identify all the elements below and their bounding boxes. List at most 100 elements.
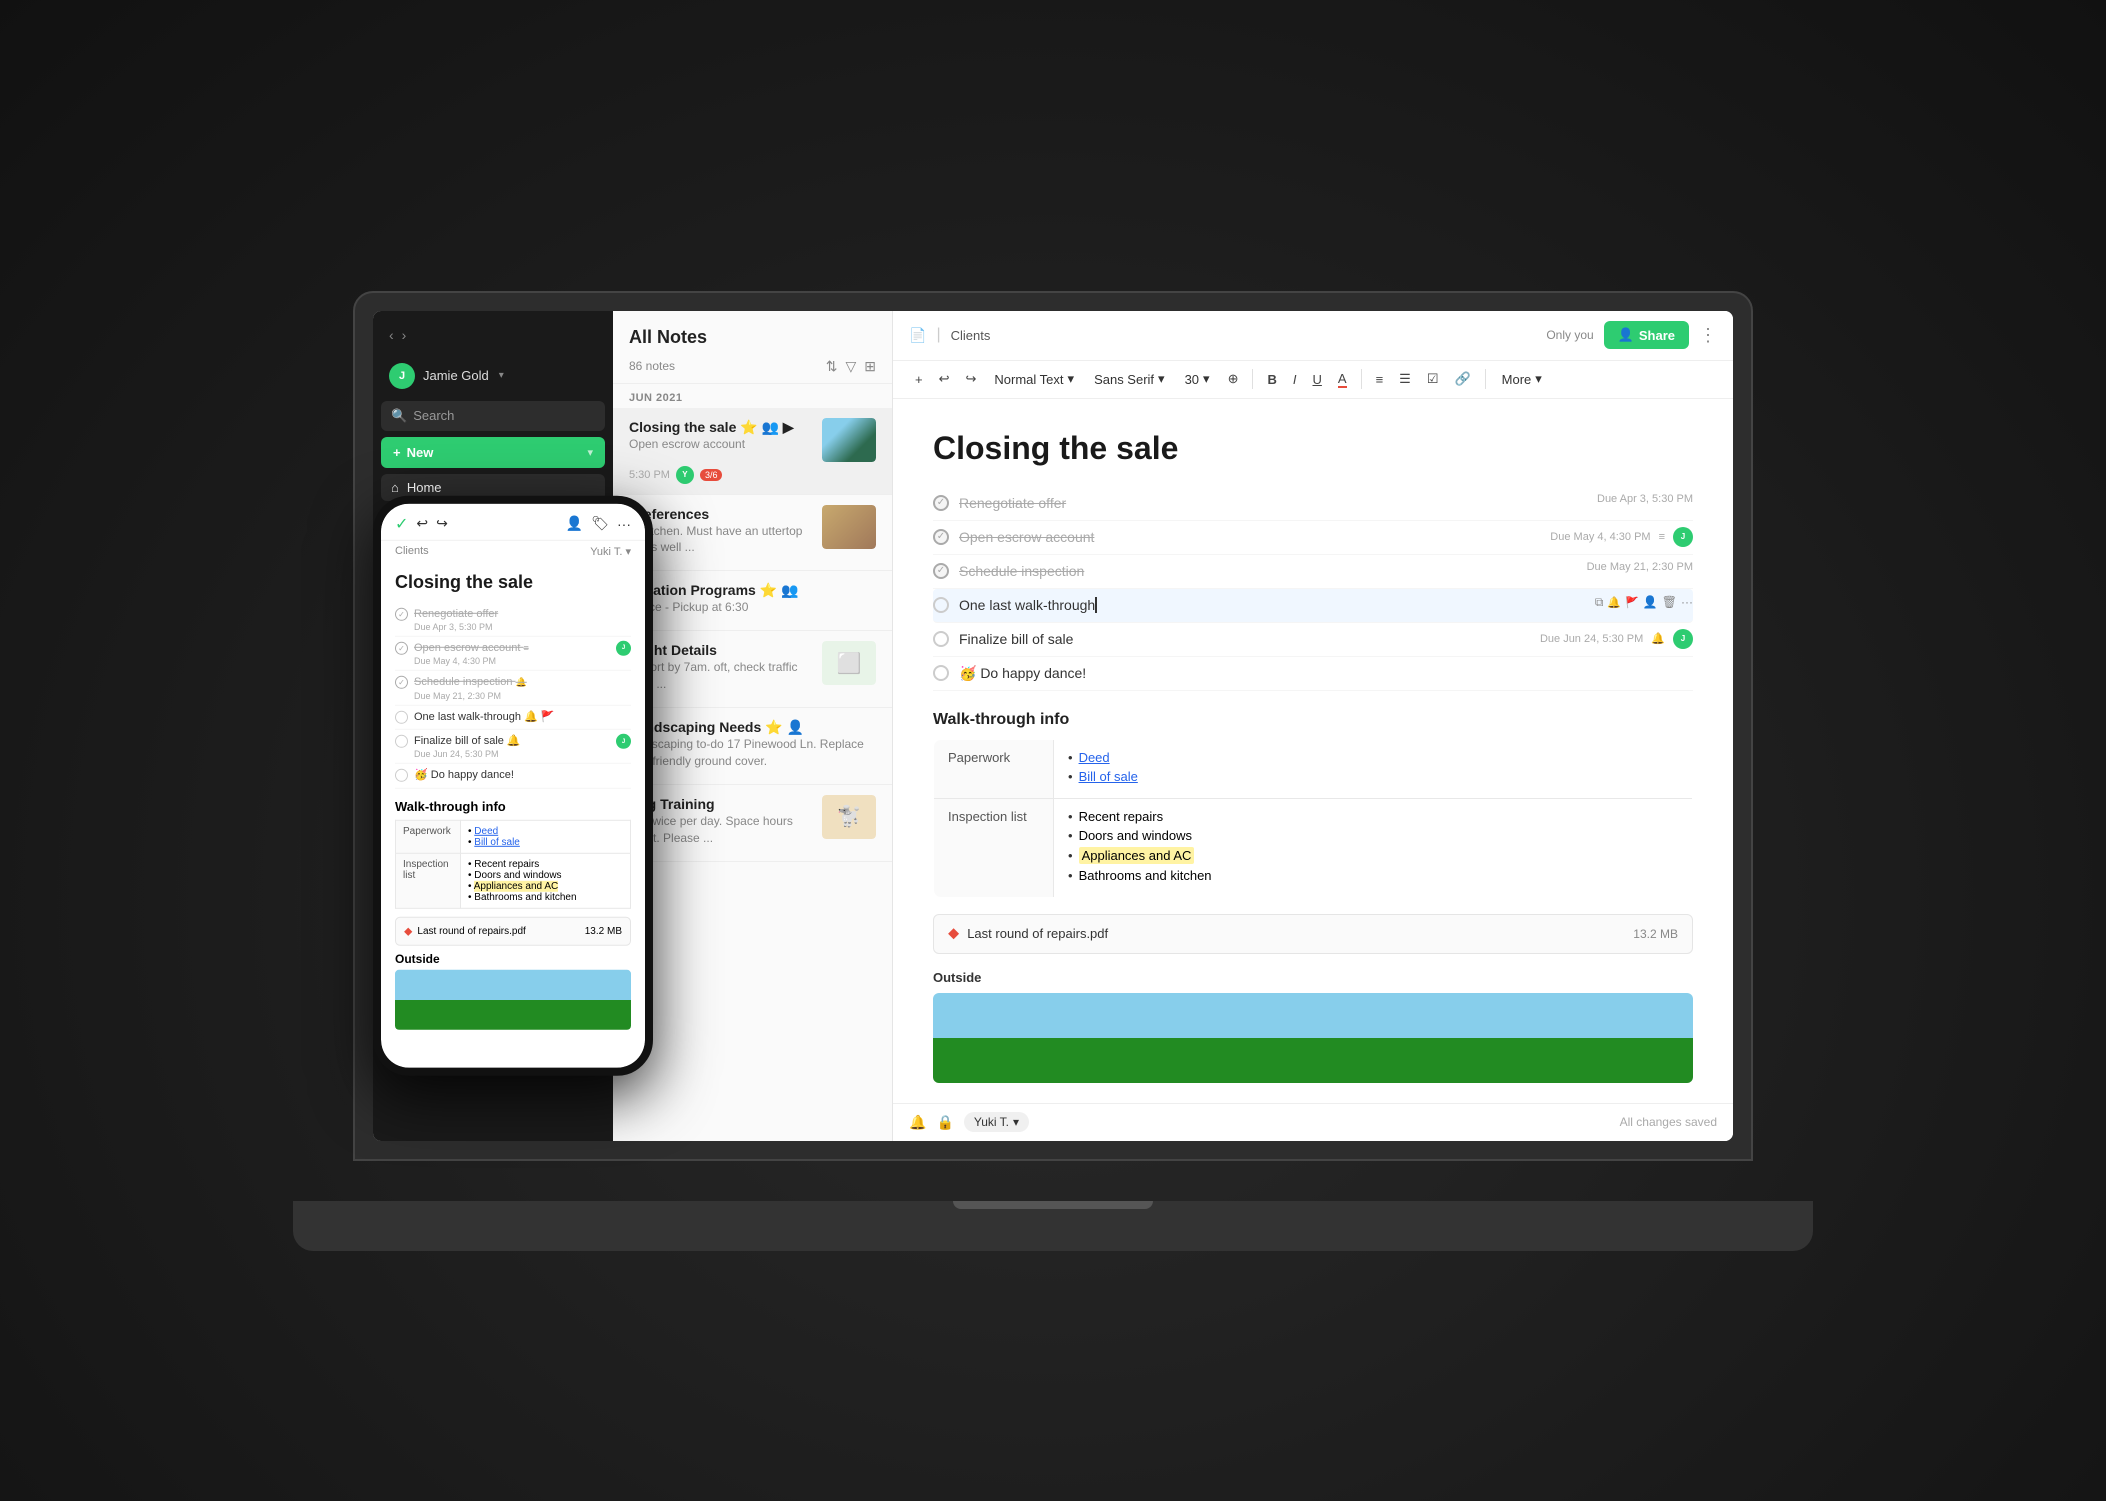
phone-walkthrough-table: Paperwork • Deed • Bill of sale Inspecti…	[395, 820, 631, 909]
phone-topbar: ✓ ↩ ↪ 👤 🏷 ···	[381, 503, 645, 540]
note-item-landscaping[interactable]: Landscaping Needs ⭐ 👤 landscaping to-do …	[613, 708, 892, 785]
phone-checkbox-2[interactable]	[395, 642, 408, 655]
more-menu-icon[interactable]: ⋮	[1699, 325, 1717, 346]
note-item-preferences[interactable]: Preferences al kitchen. Must have an utt…	[613, 495, 892, 572]
paperwork-label: Paperwork	[934, 739, 1054, 798]
phone-breadcrumb-left: Clients	[395, 545, 429, 557]
new-button[interactable]: + New ▾	[381, 437, 605, 468]
lock-bottombar-icon[interactable]: 🔒	[936, 1114, 953, 1131]
share-button[interactable]: 👤 Share	[1604, 321, 1689, 349]
deed-link[interactable]: Deed	[1079, 750, 1110, 765]
trash-icon[interactable]: 🗑	[1662, 595, 1677, 609]
phone-pdf-attachment[interactable]: ⬥ Last round of repairs.pdf 13.2 MB	[395, 917, 631, 946]
task-checkbox-6[interactable]	[933, 665, 949, 681]
bold-button[interactable]: B	[1261, 368, 1282, 391]
phone-checkbox-1[interactable]	[395, 607, 408, 620]
bullets-button[interactable]: ≡	[1370, 368, 1390, 391]
underline-button[interactable]: U	[1307, 368, 1328, 391]
share-icon: 👤	[1618, 327, 1634, 343]
phone-checkbox-4[interactable]	[395, 710, 408, 723]
font-dropdown[interactable]: Sans Serif ▾	[1086, 367, 1173, 391]
italic-button[interactable]: I	[1287, 368, 1303, 391]
more-dropdown[interactable]: More ▾	[1494, 367, 1550, 391]
size-dropdown[interactable]: 30 ▾	[1177, 367, 1218, 391]
text-style-dropdown[interactable]: Normal Text ▾	[986, 367, 1082, 391]
link-button[interactable]: 🔗	[1448, 367, 1476, 391]
notes-panel-title: All Notes	[629, 327, 876, 348]
checklist-button[interactable]: ☑	[1421, 367, 1445, 391]
phone-check-icon[interactable]: ✓	[395, 513, 408, 533]
bell-icon[interactable]: 🔔	[1607, 596, 1621, 609]
phone-undo-icon[interactable]: ↩	[416, 515, 428, 532]
note-item-vacation[interactable]: Vacation Programs ⭐ 👥 dance - Pickup at …	[613, 571, 892, 631]
task-text-1: Renegotiate offer	[959, 493, 1587, 514]
phone-task-5[interactable]: Finalize bill of sale 🔔 Due Jun 24, 5:30…	[395, 730, 631, 764]
due-date-2: Due May 4, 4:30 PM	[1550, 531, 1650, 543]
phone-walkthrough-title: Walk-through info	[395, 799, 631, 814]
plus-icon: +	[393, 445, 401, 460]
back-arrow[interactable]: ‹	[389, 327, 394, 343]
redo-button[interactable]: ↪	[960, 367, 983, 391]
phone-more-icon[interactable]: ···	[617, 515, 631, 531]
task-checkbox-3[interactable]	[933, 563, 949, 579]
editor-content[interactable]: Closing the sale Renegotiate offer Due A…	[893, 399, 1733, 1103]
phone-checkbox-5[interactable]	[395, 735, 408, 748]
person-icon[interactable]: 👤	[1643, 595, 1658, 609]
editor-panel: 📄 | Clients Only you 👤 Share ⋮	[893, 311, 1733, 1141]
phone-checkbox-6[interactable]	[395, 769, 408, 782]
add-element-btn[interactable]: ⊕	[1222, 367, 1245, 391]
user-profile[interactable]: J Jamie Gold ▾	[381, 357, 605, 395]
numbered-list-button[interactable]: ☰	[1393, 367, 1417, 391]
phone-checkbox-3[interactable]	[395, 676, 408, 689]
phone-task-2[interactable]: Open escrow account ≡ Due May 4, 4:30 PM…	[395, 637, 631, 671]
phone-bill-link[interactable]: Bill of sale	[474, 837, 520, 848]
more-label: More	[1502, 372, 1532, 387]
search-bar[interactable]: 🔍 Search	[381, 401, 605, 431]
task-renegotiate[interactable]: Renegotiate offer Due Apr 3, 5:30 PM	[933, 487, 1693, 521]
task-bill[interactable]: Finalize bill of sale Due Jun 24, 5:30 P…	[933, 623, 1693, 657]
phone-redo-icon[interactable]: ↪	[436, 515, 448, 532]
phone-deed-link[interactable]: Deed	[474, 826, 498, 837]
phone-tag-icon[interactable]: 🏷	[591, 515, 609, 532]
note-item-dog[interactable]: Dog Training out twice per day. Space ho…	[613, 785, 892, 862]
inspection-label: Inspection list	[934, 798, 1054, 897]
font-color-button[interactable]: A	[1332, 367, 1353, 392]
task-walkthrough[interactable]: One last walk-through ⧉ 🔔 🚩 👤 🗑 ···	[933, 589, 1693, 623]
more-task-icon[interactable]: ···	[1681, 595, 1693, 609]
copy-icon[interactable]: ⧉	[1595, 595, 1604, 610]
phone-task-3[interactable]: Schedule inspection 🔔 Due May 21, 2:30 P…	[395, 671, 631, 705]
due-date-1: Due Apr 3, 5:30 PM	[1597, 493, 1693, 505]
filter-icon[interactable]: ▽	[845, 358, 856, 375]
task-checkbox-1[interactable]	[933, 495, 949, 511]
task-checkbox-2[interactable]	[933, 529, 949, 545]
note-preview: Open escrow account	[629, 436, 794, 453]
task-inspection[interactable]: Schedule inspection Due May 21, 2:30 PM	[933, 555, 1693, 589]
phone-content[interactable]: Closing the sale Renegotiate offer Due A…	[381, 561, 645, 1067]
add-button[interactable]: +	[909, 368, 929, 391]
pdf-attachment[interactable]: ⬥ Last round of repairs.pdf 13.2 MB	[933, 914, 1693, 954]
phone-frame: ✓ ↩ ↪ 👤 🏷 ··· Clients Yuki T. ▾ Closing …	[373, 495, 653, 1075]
user-tag[interactable]: Yuki T. ▾	[964, 1112, 1029, 1132]
notes-actions: ⇅ ▽ ⊞	[826, 358, 876, 375]
home-icon: ⌂	[391, 480, 399, 495]
undo-button[interactable]: ↩	[933, 367, 956, 391]
bill-of-sale-link[interactable]: Bill of sale	[1079, 769, 1138, 784]
phone-task-6[interactable]: 🥳 Do happy dance!	[395, 764, 631, 788]
bell-bottombar-icon[interactable]: 🔔	[909, 1114, 926, 1131]
phone-person-icon[interactable]: 👤	[566, 515, 583, 532]
phone-task-1[interactable]: Renegotiate offer Due Apr 3, 5:30 PM	[395, 602, 631, 636]
task-dance[interactable]: 🥳 Do happy dance!	[933, 657, 1693, 691]
sort-icon[interactable]: ⇅	[826, 358, 838, 375]
note-item-flight[interactable]: Flight Details Airport by 7am. oft, chec…	[613, 631, 892, 708]
grid-icon[interactable]: ⊞	[864, 358, 876, 375]
task-checkbox-4[interactable]	[933, 597, 949, 613]
task-text-3: Schedule inspection	[959, 561, 1577, 582]
phone-task-4[interactable]: One last walk-through 🔔 🚩	[395, 705, 631, 729]
task-escrow[interactable]: Open escrow account Due May 4, 4:30 PM ≡…	[933, 521, 1693, 555]
forward-arrow[interactable]: ›	[402, 327, 407, 343]
task-text-4: One last walk-through	[959, 595, 1585, 616]
flag-icon[interactable]: 🚩	[1625, 596, 1639, 609]
nav-arrows: ‹ ›	[381, 323, 605, 347]
note-item-closing-sale[interactable]: Closing the sale ⭐ 👥 ▶ Open escrow accou…	[613, 408, 892, 495]
task-checkbox-5[interactable]	[933, 631, 949, 647]
